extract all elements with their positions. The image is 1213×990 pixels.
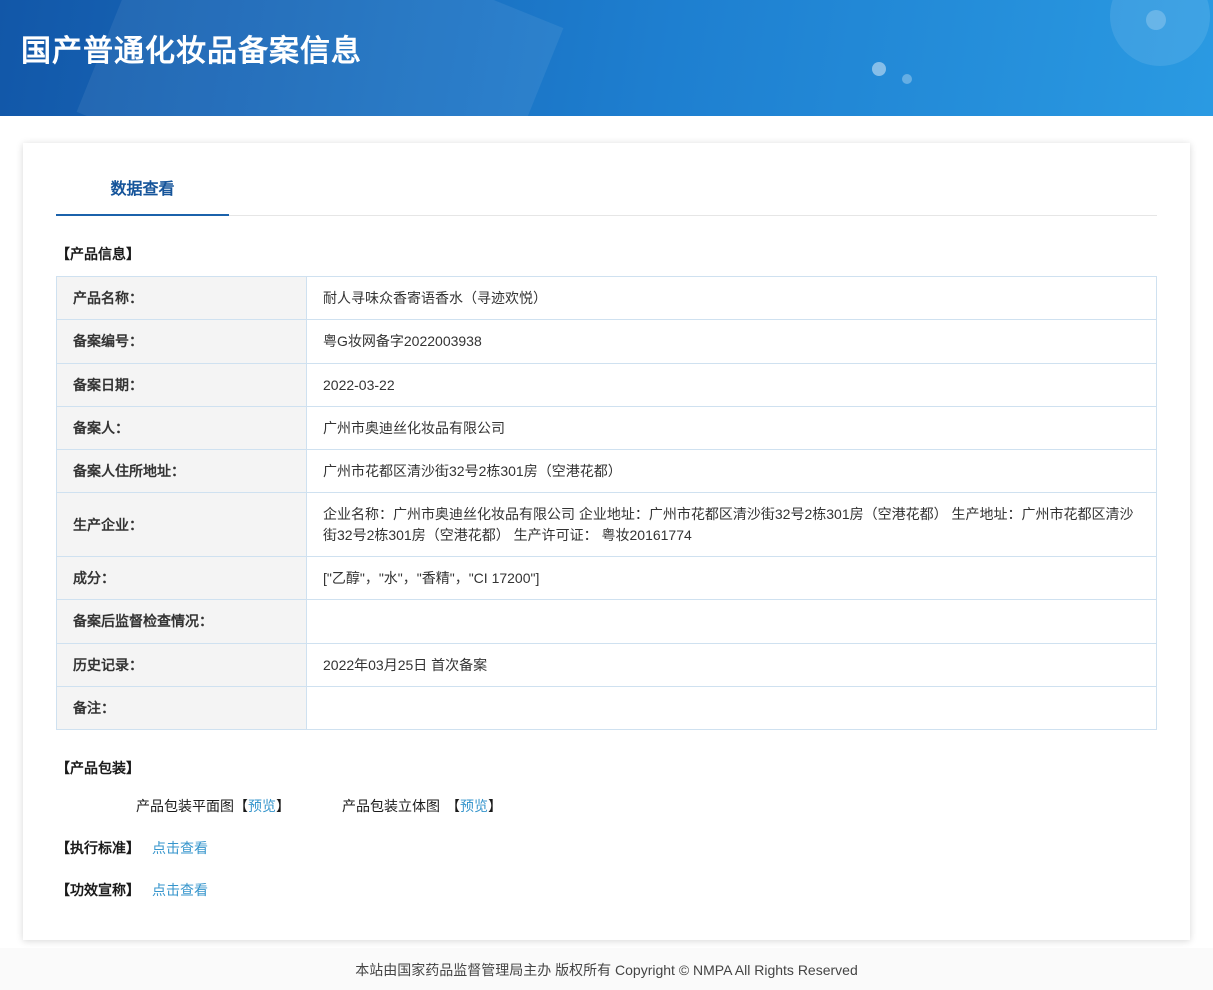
execution-standard-view-link[interactable]: 点击查看 — [152, 838, 208, 858]
row-label: 历史记录： — [57, 643, 307, 686]
tab-bar: 数据查看 — [56, 143, 1157, 216]
row-label: 备注： — [57, 686, 307, 729]
row-label: 备案人： — [57, 406, 307, 449]
table-row-product-name: 产品名称： 耐人寻味众香寄语香水（寻迹欢悦） — [57, 277, 1157, 320]
execution-standard-row: 【执行标准】 点击查看 — [56, 838, 1157, 858]
page: 国产普通化妆品备案信息 数据查看 【产品信息】 产品名称： 耐人寻味众香寄语香水… — [0, 0, 1213, 990]
tab-data-view[interactable]: 数据查看 — [56, 175, 229, 216]
row-label: 备案后监督检查情况： — [57, 600, 307, 643]
row-value: 粤G妆网备字2022003938 — [307, 320, 1157, 363]
row-value — [307, 600, 1157, 643]
table-row-registrant-address: 备案人住所地址： 广州市花都区清沙街32号2栋301房（空港花都） — [57, 450, 1157, 493]
row-label: 备案编号： — [57, 320, 307, 363]
row-value: 广州市奥迪丝化妆品有限公司 — [307, 406, 1157, 449]
row-value — [307, 686, 1157, 729]
row-value: 2022-03-22 — [307, 363, 1157, 406]
packaging-flat-group: 产品包装平面图 【 预览 】 — [136, 796, 290, 816]
page-header: 国产普通化妆品备案信息 — [0, 0, 1213, 116]
header-decoration-dot — [872, 62, 886, 76]
table-row-remarks: 备注： — [57, 686, 1157, 729]
row-label: 备案日期： — [57, 363, 307, 406]
row-label: 产品名称： — [57, 277, 307, 320]
table-row-registrant: 备案人： 广州市奥迪丝化妆品有限公司 — [57, 406, 1157, 449]
row-label: 备案人住所地址： — [57, 450, 307, 493]
section-execution-standard: 【执行标准】 — [56, 838, 140, 858]
product-info-table: 产品名称： 耐人寻味众香寄语香水（寻迹欢悦） 备案编号： 粤G妆网备字20220… — [56, 276, 1157, 730]
page-title: 国产普通化妆品备案信息 — [21, 26, 362, 70]
section-product-packaging: 【产品包装】 — [56, 758, 1157, 778]
row-label: 成分： — [57, 557, 307, 600]
table-row-manufacturer: 生产企业： 企业名称：广州市奥迪丝化妆品有限公司 企业地址：广州市花都区清沙街3… — [57, 493, 1157, 557]
row-value: 企业名称：广州市奥迪丝化妆品有限公司 企业地址：广州市花都区清沙街32号2栋30… — [307, 493, 1157, 557]
packaging-stereo-group: 产品包装立体图 【 预览 】 — [342, 796, 502, 816]
row-label: 生产企业： — [57, 493, 307, 557]
efficacy-claim-row: 【功效宣称】 点击查看 — [56, 880, 1157, 900]
packaging-row: 产品包装平面图 【 预览 】 产品包装立体图 【 预览 】 — [136, 796, 1157, 816]
section-efficacy-claim: 【功效宣称】 — [56, 880, 140, 900]
table-row-ingredients: 成分： ["乙醇"，"水"，"香精"，"CI 17200"] — [57, 557, 1157, 600]
table-row-record-number: 备案编号： 粤G妆网备字2022003938 — [57, 320, 1157, 363]
footer-text: 本站由国家药品监督管理局主办 版权所有 Copyright © NMPA All… — [355, 962, 857, 978]
row-value: ["乙醇"，"水"，"香精"，"CI 17200"] — [307, 557, 1157, 600]
bracket-open: 【 — [446, 796, 460, 816]
page-footer: 本站由国家药品监督管理局主办 版权所有 Copyright © NMPA All… — [0, 948, 1213, 990]
content-card: 数据查看 【产品信息】 产品名称： 耐人寻味众香寄语香水（寻迹欢悦） 备案编号：… — [23, 143, 1190, 940]
table-row-supervision: 备案后监督检查情况： — [57, 600, 1157, 643]
row-value: 广州市花都区清沙街32号2栋301房（空港花都） — [307, 450, 1157, 493]
bracket-close: 】 — [276, 796, 290, 816]
section-product-info: 【产品信息】 — [56, 244, 1157, 264]
table-row-history: 历史记录： 2022年03月25日 首次备案 — [57, 643, 1157, 686]
row-value: 耐人寻味众香寄语香水（寻迹欢悦） — [307, 277, 1157, 320]
efficacy-claim-view-link[interactable]: 点击查看 — [152, 880, 208, 900]
packaging-flat-preview-link[interactable]: 预览 — [248, 796, 276, 816]
row-value: 2022年03月25日 首次备案 — [307, 643, 1157, 686]
packaging-stereo-label: 产品包装立体图 — [342, 796, 440, 816]
bracket-open: 【 — [234, 796, 248, 816]
bracket-close: 】 — [488, 796, 502, 816]
packaging-stereo-preview-link[interactable]: 预览 — [460, 796, 488, 816]
packaging-flat-label: 产品包装平面图 — [136, 796, 234, 816]
header-decoration-dot — [902, 74, 912, 84]
header-decoration-circle — [1110, 0, 1210, 66]
table-row-record-date: 备案日期： 2022-03-22 — [57, 363, 1157, 406]
